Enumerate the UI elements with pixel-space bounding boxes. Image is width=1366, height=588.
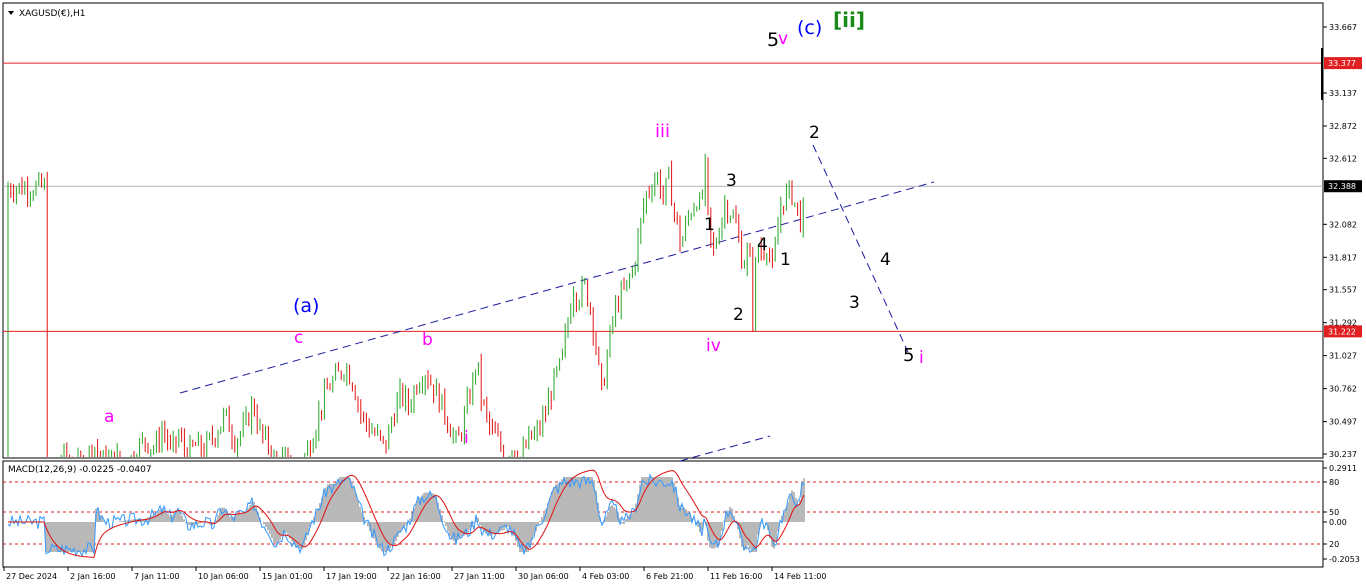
y-tick-label: 33.667 [1329,23,1357,32]
y-tick-label: 30.497 [1329,418,1357,427]
macd-axis: 0.2911 80 500.00 20 -0.2053 [1323,464,1360,564]
price-axis[interactable]: 33.667 33.137 32.872 32.612 32.082 31.817 31.5… [1321,23,1362,459]
x-tick-label: 10 Jan 06:00 [198,572,249,581]
wave-label: iii [655,121,670,142]
x-tick-label: 27 Jan 11:00 [454,572,505,581]
macd-tick-label: 80 [1329,478,1339,487]
wave-label: 4 [757,235,768,255]
price-tag-label: 32.388 [1328,182,1356,191]
price-panel[interactable] [2,2,1324,459]
x-tick-label: 30 Jan 06:00 [518,572,569,581]
wave-label: 5 [903,345,914,366]
x-tick-label: 6 Feb 21:00 [646,572,693,581]
wave-label: 1 [780,250,791,270]
macd-tick-label: 20 [1329,540,1339,549]
y-tick-label: 33.137 [1329,89,1357,98]
wave-label: i [464,428,469,448]
x-tick-label: 22 Jan 16:00 [390,572,441,581]
wave-label: i [919,348,924,368]
wave-label: 2 [733,305,744,325]
y-tick-label: 30.762 [1329,385,1357,394]
x-tick-label: 4 Feb 03:00 [582,572,629,581]
x-tick-label: 17 Jan 19:00 [326,572,377,581]
macd-title: MACD(12,26,9) -0.0225 -0.0407 [8,465,152,475]
wave-label: a [104,407,114,427]
x-tick-label: 15 Jan 01:00 [262,572,313,581]
wave-label: v [778,29,788,49]
wave-label: b [422,330,433,350]
price-tag-label: 33.377 [1328,59,1356,68]
macd-tick-label: -0.2053 [1329,555,1360,564]
x-tick-label: 2 Jan 16:00 [70,572,116,581]
x-tick-label: 7 Jan 11:00 [134,572,180,581]
wave-label: 4 [880,250,891,270]
wave-label: (a) [293,295,319,317]
y-tick-label: 30.237 [1329,450,1357,459]
x-tick-label: 27 Dec 2024 [6,572,57,581]
y-tick-label: 32.082 [1329,220,1357,229]
wave-label: c [294,328,303,348]
symbol-title: XAGUSD(€),H1 [19,9,85,19]
wave-label: 3 [726,171,737,191]
wave-label: 3 [849,293,860,313]
y-tick-label: 31.027 [1329,352,1357,361]
wave-label: (c) [797,17,822,39]
wave-label: 2 [809,123,820,143]
y-tick-label: 31.557 [1329,286,1357,295]
wave-label: 1 [704,215,715,235]
chart-window[interactable]: ac bi(a)iiiiv12345v (c) [ii]12345 i 33.66733… [0,0,1366,588]
y-tick-label: 32.872 [1329,122,1357,131]
x-tick-label: 14 Feb 11:00 [774,572,826,581]
macd-tick-label: 0.2911 [1329,464,1357,473]
wave-label: iv [706,336,721,356]
x-tick-label: 11 Feb 16:00 [710,572,762,581]
macd-tick-label: 50 [1329,508,1339,517]
wave-label: [ii] [833,8,865,32]
y-tick-label: 32.612 [1329,154,1357,163]
time-axis[interactable]: 27 Dec 2024 2 Jan 16:00 7 Jan 11:00 10 Jan … [3,567,826,581]
macd-tick-label: 0.00 [1329,518,1347,527]
y-tick-label: 31.817 [1329,253,1357,262]
price-tag-label: 31.222 [1328,327,1356,336]
